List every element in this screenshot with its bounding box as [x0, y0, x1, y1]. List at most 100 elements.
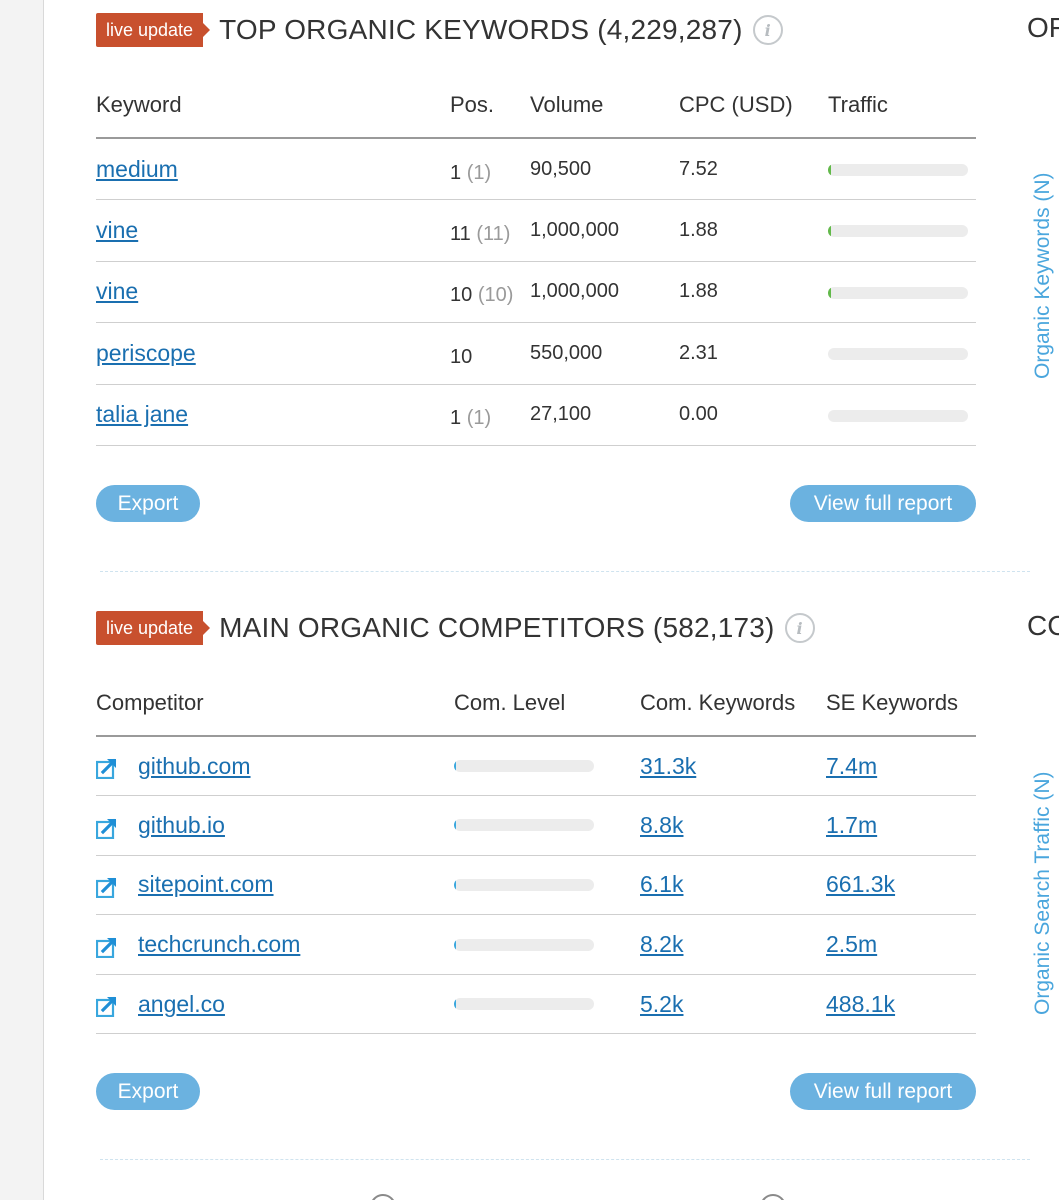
- y-axis-label-organic-search-traffic: Organic Search Traffic (N): [1031, 771, 1054, 1015]
- partial-icon: [760, 1194, 786, 1200]
- table-row: angel.co 5.2k 488.1k: [95, 974, 976, 1035]
- competitor-domain-link[interactable]: angel.co: [138, 991, 225, 1017]
- column-header-com-level[interactable]: Com. Level: [454, 670, 640, 737]
- keyword-link[interactable]: medium: [96, 156, 178, 182]
- com-keywords-link[interactable]: 8.2k: [640, 931, 683, 957]
- keyword-cell: vine: [96, 261, 450, 323]
- position-value: 1: [450, 161, 462, 184]
- se-keywords-cell: 488.1k: [826, 974, 976, 1035]
- keyword-link[interactable]: vine: [96, 278, 138, 304]
- position-value: 1: [450, 407, 462, 430]
- position-cell: 10: [450, 322, 530, 385]
- y-axis-label-organic-keywords: Organic Keywords (N): [1031, 172, 1054, 379]
- keyword-link[interactable]: periscope: [96, 340, 196, 366]
- competition-level-bar: [454, 878, 594, 891]
- competitors-table: Competitor Com. Level Com. Keywords SE K…: [95, 670, 976, 1035]
- keyword-cell: periscope: [96, 322, 450, 385]
- column-header-pos[interactable]: Pos.: [450, 72, 530, 139]
- se-keywords-cell: 7.4m: [826, 736, 976, 797]
- competitor-domain-link[interactable]: github.io: [138, 812, 225, 838]
- traffic-bar-fill: [828, 286, 831, 299]
- se-keywords-link[interactable]: 1.7m: [826, 812, 877, 838]
- com-keywords-link[interactable]: 6.1k: [640, 871, 683, 897]
- cpc-cell: 0.00: [679, 384, 828, 446]
- panel-header: live update MAIN ORGANIC COMPETITORS (58…: [96, 610, 815, 646]
- column-header-se-keywords[interactable]: SE Keywords: [826, 670, 976, 737]
- com-keywords-link[interactable]: 31.3k: [640, 753, 696, 779]
- table-header-row: Competitor Com. Level Com. Keywords SE K…: [96, 670, 976, 737]
- position-cell: 1 (1): [450, 384, 530, 446]
- com-keywords-cell: 6.1k: [640, 855, 826, 916]
- se-keywords-link[interactable]: 661.3k: [826, 871, 895, 897]
- keywords-table: Keyword Pos. Volume CPC (USD) Traffic me…: [96, 72, 976, 446]
- traffic-bar: [828, 286, 968, 299]
- se-keywords-link[interactable]: 7.4m: [826, 753, 877, 779]
- competitor-domain-link[interactable]: github.com: [138, 753, 251, 779]
- column-header-volume[interactable]: Volume: [530, 72, 679, 139]
- external-link-icon[interactable]: [95, 936, 118, 958]
- traffic-bar: [828, 164, 968, 176]
- view-full-report-button[interactable]: View full report: [790, 1073, 976, 1110]
- left-sidebar-strip: [0, 0, 44, 1200]
- column-header-competitor[interactable]: Competitor: [96, 670, 454, 737]
- com-level-cell: [454, 855, 640, 916]
- competition-level-fill: [454, 998, 456, 1011]
- position-value: 10: [450, 345, 473, 368]
- position-value: 11: [450, 222, 471, 245]
- partial-icon: [370, 1194, 396, 1200]
- previous-position: (1): [466, 161, 492, 184]
- traffic-bar-fill: [828, 225, 831, 238]
- traffic-bar-fill: [828, 164, 831, 176]
- keyword-cell: medium: [96, 138, 450, 200]
- external-link-icon[interactable]: [95, 876, 118, 899]
- se-keywords-link[interactable]: 2.5m: [826, 931, 877, 957]
- volume-cell: 90,500: [530, 138, 679, 200]
- cpc-cell: 7.52: [679, 138, 828, 200]
- competition-level-fill: [454, 819, 456, 832]
- panel-title: MAIN ORGANIC COMPETITORS (582,173): [219, 612, 775, 643]
- external-link-icon[interactable]: [95, 757, 118, 780]
- com-keywords-cell: 8.8k: [640, 795, 826, 856]
- com-level-cell: [454, 914, 640, 975]
- table-row: medium 1 (1) 90,500 7.52: [96, 138, 976, 200]
- external-link-icon[interactable]: [95, 817, 118, 839]
- column-header-com-keywords[interactable]: Com. Keywords: [640, 670, 826, 737]
- se-keywords-cell: 661.3k: [826, 855, 976, 916]
- section-divider: [100, 1159, 1030, 1160]
- keyword-link[interactable]: talia jane: [96, 401, 188, 427]
- competitor-domain-link[interactable]: sitepoint.com: [138, 871, 274, 897]
- column-header-cpc[interactable]: CPC (USD): [679, 72, 828, 139]
- info-icon[interactable]: i: [752, 15, 783, 45]
- competitor-cell: github.io: [95, 795, 454, 856]
- view-full-report-button[interactable]: View full report: [790, 485, 976, 522]
- table-header-row: Keyword Pos. Volume CPC (USD) Traffic: [96, 72, 976, 139]
- cpc-cell: 1.88: [679, 261, 828, 323]
- export-button[interactable]: Export: [96, 1073, 200, 1110]
- traffic-cell: [828, 138, 976, 200]
- previous-position: (1): [466, 407, 492, 430]
- export-button[interactable]: Export: [96, 485, 200, 522]
- column-header-traffic[interactable]: Traffic: [828, 72, 976, 139]
- info-icon[interactable]: i: [784, 613, 815, 643]
- com-keywords-cell: 5.2k: [640, 974, 826, 1035]
- traffic-cell: [828, 322, 976, 385]
- traffic-bar: [828, 225, 968, 238]
- traffic-bar: [828, 348, 968, 361]
- com-keywords-link[interactable]: 8.8k: [640, 812, 683, 838]
- live-update-badge: live update: [96, 13, 211, 47]
- external-link-icon[interactable]: [95, 995, 118, 1018]
- se-keywords-link[interactable]: 488.1k: [826, 991, 895, 1017]
- table-row: techcrunch.com 8.2k 2.5m: [95, 914, 976, 975]
- table-row: vine 10 (10) 1,000,000 1.88: [96, 261, 976, 323]
- com-keywords-link[interactable]: 5.2k: [640, 991, 683, 1017]
- previous-position: (11): [476, 222, 511, 245]
- position-cell: 10 (10): [450, 261, 530, 323]
- volume-cell: 1,000,000: [530, 261, 679, 323]
- keyword-link[interactable]: vine: [96, 217, 138, 243]
- competitor-domain-link[interactable]: techcrunch.com: [138, 931, 300, 957]
- right-panel-heading: CC: [1027, 610, 1059, 641]
- column-header-keyword[interactable]: Keyword: [96, 72, 450, 139]
- table-row: periscope 10 550,000 2.31: [96, 322, 976, 385]
- table-row: vine 11 (11) 1,000,000 1.88: [96, 199, 976, 262]
- competition-level-fill: [454, 938, 456, 951]
